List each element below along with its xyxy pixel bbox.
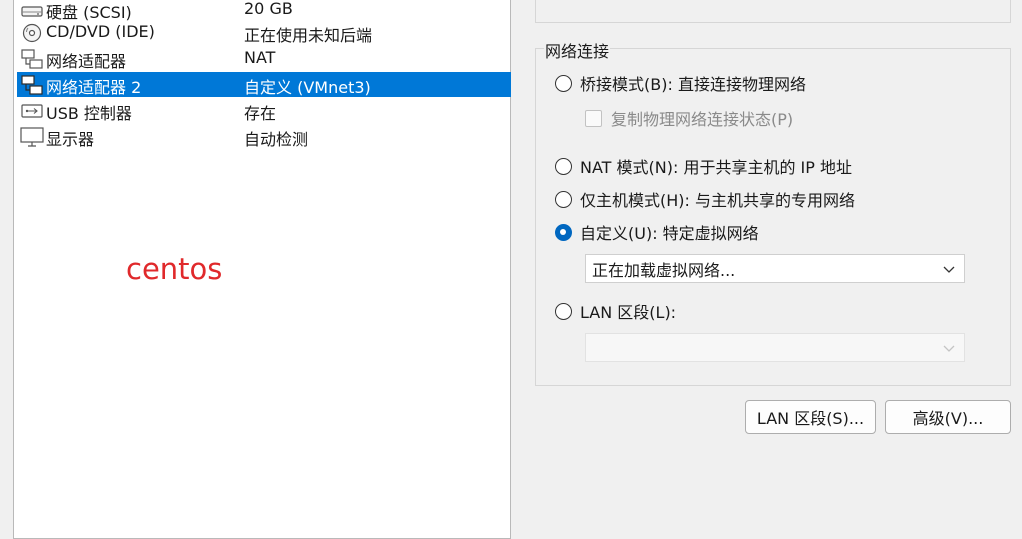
device-summary: 正在使用未知后端 xyxy=(244,26,373,45)
device-row-display[interactable]: 显示器 自动检测 xyxy=(17,124,511,149)
radio-host-only-indicator[interactable] xyxy=(555,190,572,208)
radio-custom-label: 自定义(U): 特定虚拟网络 xyxy=(580,224,759,243)
device-name: 网络适配器 2 xyxy=(46,78,142,97)
device-list[interactable]: 硬盘 (SCSI) 20 GB CD/DVD (IDE) 正在使用未知后端 网络… xyxy=(13,0,511,539)
radio-lan-segment-label: LAN 区段(L): xyxy=(580,303,677,322)
radio-lan-segment[interactable]: LAN 区段(L): xyxy=(555,299,676,323)
lan-segment-select[interactable] xyxy=(585,333,965,362)
checkbox-replicate-state-label: 复制物理网络连接状态(P) xyxy=(611,110,794,129)
radio-host-only-label: 仅主机模式(H): 与主机共享的专用网络 xyxy=(580,191,855,210)
monitor-icon xyxy=(20,126,44,147)
chevron-down-icon xyxy=(942,261,956,275)
lan-segments-button[interactable]: LAN 区段(S)... xyxy=(745,400,876,434)
device-row-network-adapter[interactable]: 网络适配器 NAT xyxy=(17,46,511,71)
device-summary: 自动检测 xyxy=(244,130,309,149)
device-row-network-adapter-2[interactable]: 网络适配器 2 自定义 (VMnet3) xyxy=(17,72,511,97)
checkbox-replicate-state-box[interactable] xyxy=(585,109,602,127)
network-adapter-icon xyxy=(20,48,44,69)
radio-nat[interactable]: NAT 模式(N): 用于共享主机的 IP 地址 xyxy=(555,154,852,178)
device-name: CD/DVD (IDE) xyxy=(46,22,155,41)
device-name: USB 控制器 xyxy=(46,104,132,123)
checkbox-replicate-state[interactable]: 复制物理网络连接状态(P) xyxy=(585,106,793,130)
device-summary: 自定义 (VMnet3) xyxy=(244,78,371,97)
radio-host-only[interactable]: 仅主机模式(H): 与主机共享的专用网络 xyxy=(555,187,855,211)
radio-bridged-indicator[interactable] xyxy=(555,74,572,92)
cd-dvd-icon xyxy=(20,22,44,43)
device-summary: NAT xyxy=(244,48,276,67)
annotation-label: centos xyxy=(126,252,223,286)
radio-bridged-label: 桥接模式(B): 直接连接物理网络 xyxy=(580,75,806,94)
device-status-box xyxy=(535,0,1011,23)
chevron-down-icon xyxy=(942,340,956,354)
advanced-button[interactable]: 高级(V)... xyxy=(885,400,1011,434)
device-summary: 20 GB xyxy=(244,0,293,18)
radio-nat-indicator[interactable] xyxy=(555,157,572,175)
network-connection-title: 网络连接 xyxy=(544,38,611,62)
device-row-cd-dvd[interactable]: CD/DVD (IDE) 正在使用未知后端 xyxy=(17,20,511,45)
radio-bridged[interactable]: 桥接模式(B): 直接连接物理网络 xyxy=(555,71,806,95)
device-name: 网络适配器 xyxy=(46,52,127,71)
custom-network-select[interactable]: 正在加载虚拟网络... xyxy=(585,254,965,283)
radio-nat-label: NAT 模式(N): 用于共享主机的 IP 地址 xyxy=(580,158,853,177)
device-row-usb-controller[interactable]: USB 控制器 存在 xyxy=(17,98,511,123)
device-row-hard-disk[interactable]: 硬盘 (SCSI) 20 GB xyxy=(17,0,511,22)
device-name: 显示器 xyxy=(46,130,95,149)
usb-icon xyxy=(20,100,44,121)
custom-network-select-value: 正在加载虚拟网络... xyxy=(592,260,736,280)
device-summary: 存在 xyxy=(244,104,277,123)
radio-custom[interactable]: 自定义(U): 特定虚拟网络 xyxy=(555,220,759,244)
hard-disk-icon xyxy=(20,0,44,20)
network-adapter-icon xyxy=(20,74,44,95)
radio-custom-indicator[interactable] xyxy=(555,223,572,241)
radio-lan-segment-indicator[interactable] xyxy=(555,302,572,320)
